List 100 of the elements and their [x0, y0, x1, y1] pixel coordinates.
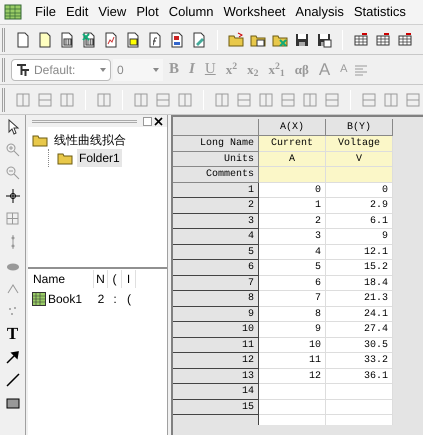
table-cell[interactable]: 12.1: [326, 244, 393, 260]
table-cell[interactable]: 2.9: [326, 198, 393, 214]
graph-document-icon[interactable]: [103, 32, 119, 48]
meta-cell[interactable]: Current: [259, 136, 326, 152]
table-cell[interactable]: 30.5: [326, 338, 393, 353]
table-cell[interactable]: [259, 415, 326, 425]
menu-item[interactable]: Analysis: [290, 2, 349, 22]
list-column-header[interactable]: (: [108, 270, 122, 288]
spreadsheet-icon[interactable]: [59, 32, 75, 48]
report-document-icon[interactable]: [169, 32, 185, 48]
table-cell[interactable]: 6.1: [326, 214, 393, 229]
new-document-icon[interactable]: [15, 32, 31, 48]
table-cell[interactable]: 6: [259, 276, 326, 291]
table-cell[interactable]: 27.4: [326, 322, 393, 338]
table-cell[interactable]: 21.3: [326, 291, 393, 306]
tree-item[interactable]: Folder1: [77, 149, 122, 167]
meta-cell[interactable]: V: [326, 152, 393, 167]
align-icon[interactable]: [354, 62, 368, 76]
meta-cell[interactable]: [326, 167, 393, 182]
meta-cell[interactable]: Voltage: [326, 136, 393, 152]
table-cell[interactable]: [326, 384, 393, 400]
spreadsheet-cross-icon[interactable]: [81, 32, 97, 48]
table-cell[interactable]: 1: [259, 198, 326, 214]
row-number[interactable]: 12: [173, 353, 259, 368]
meta-cell[interactable]: A: [259, 152, 326, 167]
row-number[interactable]: 3: [173, 214, 259, 229]
menu-item[interactable]: Edit: [60, 2, 94, 22]
save-window-icon[interactable]: [316, 32, 332, 48]
row-number[interactable]: 1: [173, 182, 259, 198]
row-number[interactable]: 11: [173, 338, 259, 353]
close-icon[interactable]: [154, 116, 163, 126]
column-header[interactable]: A(X): [259, 119, 326, 136]
crosshair-icon[interactable]: [4, 188, 20, 204]
table-cell[interactable]: 7: [259, 291, 326, 306]
save-icon[interactable]: [294, 32, 310, 48]
row-number[interactable]: 9: [173, 306, 259, 322]
table-cell[interactable]: 4: [259, 244, 326, 260]
layout-icon[interactable]: [133, 92, 149, 108]
table-cell[interactable]: 9: [326, 229, 393, 244]
meta-cell[interactable]: [259, 167, 326, 182]
table-cell[interactable]: 24.1: [326, 306, 393, 322]
zoom-out-icon[interactable]: [4, 165, 20, 181]
number-grid-icon[interactable]: [375, 32, 391, 48]
table-cell[interactable]: [259, 384, 326, 400]
menu-item[interactable]: File: [30, 2, 61, 22]
table-cell[interactable]: 12: [259, 368, 326, 384]
tree-item[interactable]: 线性曲线拟合: [52, 131, 128, 149]
menu-item[interactable]: Worksheet: [218, 2, 290, 22]
open-folder-icon[interactable]: [228, 32, 244, 48]
layout-icon[interactable]: [155, 92, 171, 108]
table-cell[interactable]: 5: [259, 260, 326, 276]
row-number[interactable]: 13: [173, 368, 259, 384]
row-number[interactable]: 10: [173, 322, 259, 338]
list-column-header[interactable]: N: [94, 270, 108, 288]
list-cell[interactable]: Book1: [46, 290, 94, 308]
zoom-in-icon[interactable]: [4, 142, 20, 158]
import-grid-icon[interactable]: [353, 32, 369, 48]
row-number[interactable]: 4: [173, 229, 259, 244]
list-column-header[interactable]: Name: [28, 270, 94, 288]
table-cell[interactable]: 0: [326, 182, 393, 198]
highlighted-spreadsheet-icon[interactable]: [125, 32, 141, 48]
menu-item[interactable]: View: [93, 2, 132, 22]
zoom-out-icon[interactable]: [37, 92, 53, 108]
list-column-header[interactable]: I: [122, 270, 136, 288]
text-tool[interactable]: T: [6, 326, 18, 342]
table-cell[interactable]: 9: [259, 322, 326, 338]
table-cell[interactable]: 33.2: [326, 353, 393, 368]
line-icon[interactable]: [4, 372, 20, 388]
row-number[interactable]: 7: [173, 276, 259, 291]
table-cell[interactable]: [259, 400, 326, 415]
row-number[interactable]: 14: [173, 384, 259, 400]
table-cell[interactable]: 15.2: [326, 260, 393, 276]
table-cell[interactable]: 11: [259, 353, 326, 368]
table-cell[interactable]: 8: [259, 306, 326, 322]
table-cell[interactable]: 0: [259, 182, 326, 198]
row-number[interactable]: 2: [173, 198, 259, 214]
table-cell[interactable]: 36.1: [326, 368, 393, 384]
font-dropdown[interactable]: Default:: [11, 58, 111, 80]
grid-icon[interactable]: [4, 211, 20, 227]
column-header[interactable]: B(Y): [326, 119, 393, 136]
zoom-in-icon[interactable]: [15, 92, 31, 108]
arrow-icon[interactable]: [4, 349, 20, 365]
number-table-icon[interactable]: [397, 32, 413, 48]
row-number[interactable]: 8: [173, 291, 259, 306]
table-cell[interactable]: 2: [259, 214, 326, 229]
menu-item[interactable]: Column: [164, 2, 219, 22]
table-cell[interactable]: 3: [259, 229, 326, 244]
row-number[interactable]: 15: [173, 400, 259, 415]
function-document-icon[interactable]: [147, 32, 163, 48]
row-number[interactable]: 5: [173, 244, 259, 260]
table-cell[interactable]: [326, 400, 393, 415]
notes-document-icon[interactable]: [191, 32, 207, 48]
menu-item[interactable]: Plot: [131, 2, 164, 22]
open-document-icon[interactable]: [37, 32, 53, 48]
row-number[interactable]: 6: [173, 260, 259, 276]
menu-item[interactable]: Statistics: [348, 2, 411, 22]
table-cell[interactable]: 18.4: [326, 276, 393, 291]
table-cell[interactable]: [326, 415, 393, 425]
layout-icon[interactable]: [177, 92, 193, 108]
table-cell[interactable]: 10: [259, 338, 326, 353]
